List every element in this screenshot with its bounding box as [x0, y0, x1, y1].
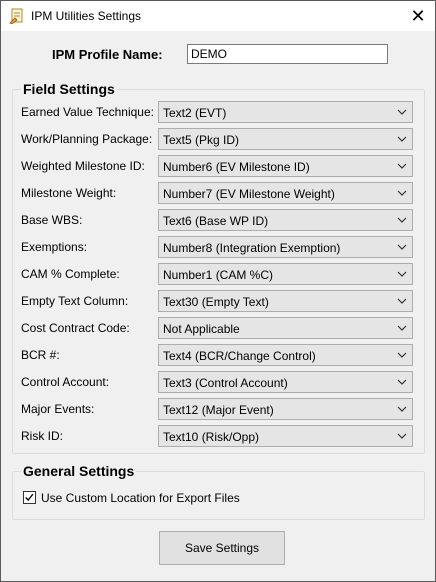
- field-row: Empty Text Column: Text30 (Empty Text): [1, 290, 435, 312]
- app-settings-icon: [9, 8, 23, 24]
- chevron-down-icon: [397, 109, 407, 115]
- title-bar: IPM Utilities Settings ✕: [1, 1, 435, 31]
- save-settings-button[interactable]: Save Settings: [159, 531, 285, 565]
- field-label: Earned Value Technique:: [21, 105, 154, 119]
- profile-name-label: IPM Profile Name:: [52, 47, 163, 62]
- field-dropdown-value: Text6 (Base WP ID): [163, 214, 269, 228]
- field-label: Major Events:: [21, 402, 95, 416]
- field-dropdown-value: Number1 (CAM %C): [163, 268, 274, 282]
- field-label: Risk ID:: [21, 429, 63, 443]
- close-icon: ✕: [410, 5, 426, 27]
- chevron-down-icon: [397, 352, 407, 358]
- chevron-down-icon: [397, 433, 407, 439]
- chevron-down-icon: [397, 190, 407, 196]
- field-label: Exemptions:: [21, 240, 88, 254]
- field-dropdown-value: Text5 (Pkg ID): [163, 133, 240, 147]
- field-dropdown-value: Number8 (Integration Exemption): [163, 241, 341, 255]
- field-dropdown[interactable]: Text6 (Base WP ID): [158, 209, 413, 231]
- field-dropdown-value: Text2 (EVT): [163, 106, 227, 120]
- field-dropdown-value: Number6 (EV Milestone ID): [163, 160, 310, 174]
- window-title: IPM Utilities Settings: [31, 9, 142, 23]
- custom-location-checkbox[interactable]: [23, 491, 36, 504]
- custom-location-label: Use Custom Location for Export Files: [41, 491, 240, 505]
- field-row: Risk ID: Text10 (Risk/Opp): [1, 425, 435, 447]
- field-dropdown[interactable]: Text5 (Pkg ID): [158, 128, 413, 150]
- field-dropdown-value: Number7 (EV Milestone Weight): [163, 187, 335, 201]
- field-row: Milestone Weight: Number7 (EV Milestone W…: [1, 182, 435, 204]
- field-dropdown-value: Text12 (Major Event): [163, 403, 274, 417]
- field-label: Milestone Weight:: [21, 186, 117, 200]
- field-label: Empty Text Column:: [21, 294, 129, 308]
- field-dropdown[interactable]: Text12 (Major Event): [158, 398, 413, 420]
- chevron-down-icon: [397, 136, 407, 142]
- field-dropdown[interactable]: Number6 (EV Milestone ID): [158, 155, 413, 177]
- field-dropdown-value: Not Applicable: [163, 322, 240, 336]
- field-row: Major Events: Text12 (Major Event): [1, 398, 435, 420]
- field-row: Work/Planning Package: Text5 (Pkg ID): [1, 128, 435, 150]
- settings-window: IPM Utilities Settings ✕ IPM Profile Nam…: [0, 0, 436, 582]
- field-dropdown-value: Text30 (Empty Text): [163, 295, 269, 309]
- chevron-down-icon: [397, 217, 407, 223]
- field-row: Control Account: Text3 (Control Account): [1, 371, 435, 393]
- general-settings-title: General Settings: [21, 463, 137, 479]
- field-label: Base WBS:: [21, 213, 83, 227]
- field-dropdown-value: Text3 (Control Account): [163, 376, 288, 390]
- field-row: Cost Contract Code: Not Applicable: [1, 317, 435, 339]
- field-dropdown[interactable]: Text2 (EVT): [158, 101, 413, 123]
- chevron-down-icon: [397, 271, 407, 277]
- field-dropdown[interactable]: Number7 (EV Milestone Weight): [158, 182, 413, 204]
- field-row: Base WBS: Text6 (Base WP ID): [1, 209, 435, 231]
- field-dropdown[interactable]: Text10 (Risk/Opp): [158, 425, 413, 447]
- chevron-down-icon: [397, 325, 407, 331]
- chevron-down-icon: [397, 379, 407, 385]
- field-label: Work/Planning Package:: [21, 132, 153, 146]
- close-button[interactable]: ✕: [401, 1, 435, 31]
- field-dropdown[interactable]: Not Applicable: [158, 317, 413, 339]
- field-row: Exemptions: Number8 (Integration Exemptio…: [1, 236, 435, 258]
- chevron-down-icon: [397, 298, 407, 304]
- field-row: Weighted Milestone ID: Number6 (EV Milest…: [1, 155, 435, 177]
- field-dropdown[interactable]: Number8 (Integration Exemption): [158, 236, 413, 258]
- field-dropdown[interactable]: Number1 (CAM %C): [158, 263, 413, 285]
- field-dropdown-value: Text10 (Risk/Opp): [163, 430, 260, 444]
- field-row: Earned Value Technique: Text2 (EVT): [1, 101, 435, 123]
- field-row: CAM % Complete: Number1 (CAM %C): [1, 263, 435, 285]
- field-dropdown[interactable]: Text30 (Empty Text): [158, 290, 413, 312]
- field-label: CAM % Complete:: [21, 267, 120, 281]
- chevron-down-icon: [397, 406, 407, 412]
- profile-name-input[interactable]: [187, 44, 388, 64]
- field-label: Cost Contract Code:: [21, 321, 130, 335]
- field-dropdown[interactable]: Text4 (BCR/Change Control): [158, 344, 413, 366]
- field-label: Weighted Milestone ID:: [21, 159, 145, 173]
- field-label: Control Account:: [21, 375, 110, 389]
- chevron-down-icon: [397, 163, 407, 169]
- checkmark-icon: [25, 493, 34, 502]
- field-row: BCR #: Text4 (BCR/Change Control): [1, 344, 435, 366]
- field-settings-title: Field Settings: [21, 81, 117, 97]
- field-dropdown-value: Text4 (BCR/Change Control): [163, 349, 316, 363]
- field-dropdown[interactable]: Text3 (Control Account): [158, 371, 413, 393]
- field-label: BCR #:: [21, 348, 60, 362]
- chevron-down-icon: [397, 244, 407, 250]
